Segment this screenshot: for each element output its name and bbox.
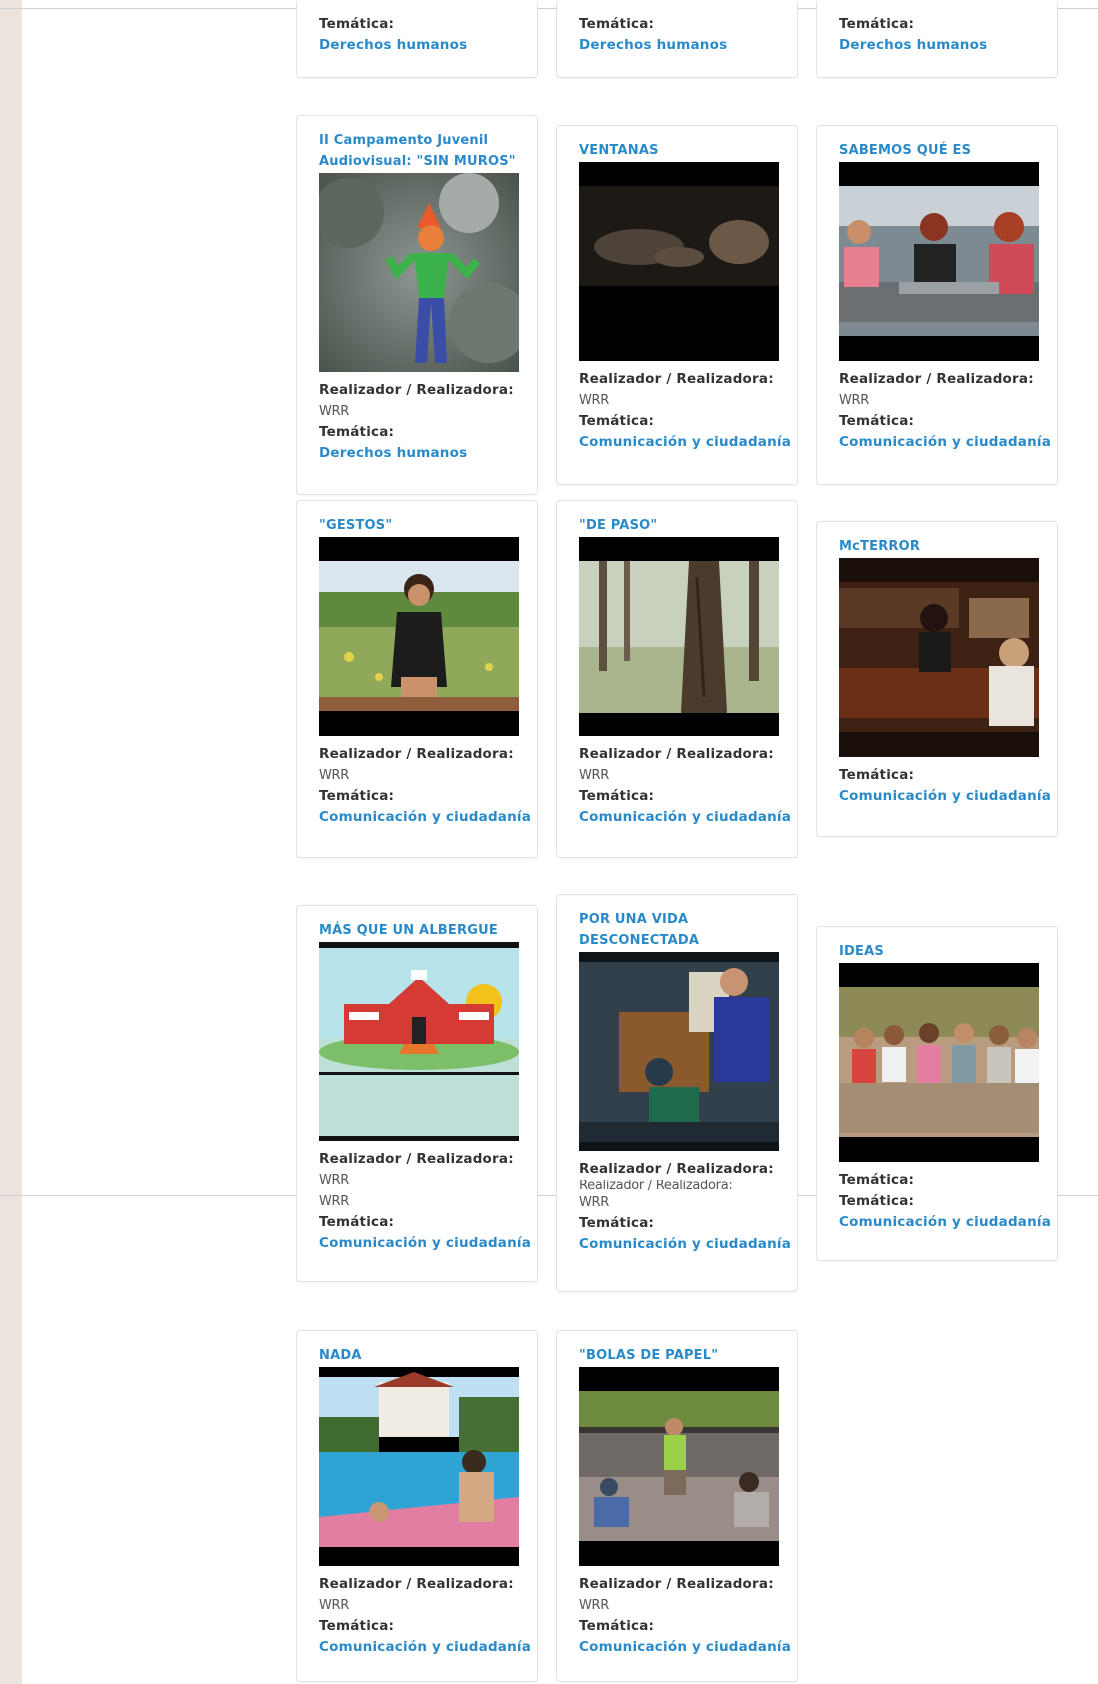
video-thumbnail[interactable] (319, 1367, 519, 1566)
theme-link[interactable]: Comunicación y ciudadanía (579, 807, 797, 828)
video-title-link[interactable]: "GESTOS" (319, 515, 524, 536)
director-label: Realizador / Realizadora: (319, 746, 514, 762)
theme-label: Temática: (579, 16, 655, 32)
theme-label: Temática: (319, 1214, 395, 1230)
theme-label: Temática: (839, 16, 915, 32)
theme-label: Temática: (839, 413, 915, 429)
video-thumbnail[interactable] (579, 1367, 779, 1566)
video-title-link[interactable]: VENTANAS (579, 140, 784, 161)
overlapping-text-artifact: Realizador / Realizadora: (579, 1180, 733, 1192)
video-card-mcterror: McTERROR Temática: Comunicación y ciudad… (816, 521, 1058, 837)
page-left-border (0, 0, 22, 1684)
director-label: Realizador / Realizadora: (579, 1576, 774, 1592)
video-title-link[interactable]: IDEAS (839, 941, 1044, 962)
video-card-bolas: "BOLAS DE PAPEL" Realizador / Realizador… (556, 1330, 798, 1682)
video-title-link[interactable]: "BOLAS DE PAPEL" (579, 1345, 784, 1366)
video-title-link[interactable]: SABEMOS QUÉ ES (839, 140, 1044, 161)
director-label: Realizador / Realizadora: (839, 371, 1034, 387)
theme-link[interactable]: Derechos humanos (319, 443, 537, 464)
director-label: Realizador / Realizadora: (579, 746, 774, 762)
theme-link[interactable]: Derechos humanos (839, 35, 1057, 56)
video-thumbnail[interactable] (319, 537, 519, 736)
video-title-link[interactable]: "DE PASO" (579, 515, 784, 536)
director-label: Realizador / Realizadora: (579, 1161, 774, 1177)
theme-link[interactable]: Comunicación y ciudadanía (839, 786, 1057, 807)
theme-label: Temática: (579, 788, 655, 804)
director-label: Realizador / Realizadora: (579, 371, 774, 387)
theme-link[interactable]: Comunicación y ciudadanía (839, 1212, 1057, 1233)
theme-link[interactable]: Comunicación y ciudadanía (579, 432, 797, 453)
video-card-top-1: Temática: Derechos humanos (296, 0, 538, 78)
video-card-ideas: IDEAS Temática: Temática: Comunicación y… (816, 926, 1058, 1261)
theme-link[interactable]: Comunicación y ciudadanía (579, 1637, 797, 1658)
theme-link[interactable]: Derechos humanos (579, 35, 797, 56)
theme-label: Temática: (579, 1215, 655, 1231)
video-title-link[interactable]: McTERROR (839, 536, 1044, 557)
video-thumbnail[interactable] (839, 558, 1039, 757)
director-value: WRR (319, 1598, 350, 1613)
director-label: Realizador / Realizadora: (319, 382, 514, 398)
video-thumbnail[interactable] (319, 173, 519, 372)
video-thumbnail[interactable] (579, 952, 779, 1151)
director-value: WRR (319, 404, 350, 419)
video-card-desconectada: POR UNA VIDA DESCONECTADA Realizador / R… (556, 894, 798, 1292)
theme-label: Temática: (839, 767, 915, 783)
director-value: WRR (579, 1195, 610, 1210)
video-title-link[interactable]: NADA (319, 1345, 524, 1366)
video-title-link[interactable]: POR UNA VIDA DESCONECTADA (579, 909, 784, 951)
theme-link[interactable]: Comunicación y ciudadanía (579, 1234, 797, 1255)
theme-link[interactable]: Comunicación y ciudadanía (319, 807, 537, 828)
video-card-ventanas: VENTANAS Realizador / Realizadora: WRR T… (556, 125, 798, 485)
theme-label-duplicate: Temática: (839, 1193, 915, 1209)
theme-link[interactable]: Comunicación y ciudadanía (319, 1233, 537, 1254)
director-value: WRR (579, 1598, 610, 1613)
video-card-depaso: "DE PASO" Realizador / Realizadora: WRR … (556, 500, 798, 858)
director-value: WRR (319, 768, 350, 783)
video-card-albergue: MÁS QUE UN ALBERGUE Realizador / Realiza… (296, 905, 538, 1282)
theme-label: Temática: (319, 1618, 395, 1634)
director-value: WRR (579, 393, 610, 408)
theme-label: Temática: (579, 1618, 655, 1634)
video-card-sabemos: SABEMOS QUÉ ES Realizador / Realizadora:… (816, 125, 1058, 485)
director-value-duplicate: WRR (319, 1194, 350, 1209)
theme-link[interactable]: Comunicación y ciudadanía (839, 432, 1057, 453)
theme-label: Temática: (319, 424, 395, 440)
video-title-link[interactable]: II Campamento Juvenil Audiovisual: "SIN … (319, 130, 524, 172)
theme-link[interactable]: Derechos humanos (319, 35, 537, 56)
video-thumbnail[interactable] (579, 537, 779, 736)
director-label: Realizador / Realizadora: (319, 1151, 514, 1167)
theme-label: Temática: (319, 788, 395, 804)
theme-label: Temática: (319, 16, 395, 32)
video-thumbnail[interactable] (319, 942, 519, 1141)
video-thumbnail[interactable] (839, 162, 1039, 361)
video-card-nada: NADA Realizador / Realizadora: WRR Temát… (296, 1330, 538, 1682)
video-thumbnail[interactable] (839, 963, 1039, 1162)
director-value: WRR (319, 1173, 350, 1188)
director-label: Realizador / Realizadora: (319, 1576, 514, 1592)
theme-label: Temática: (579, 413, 655, 429)
video-card-gestos: "GESTOS" Realizador / Realizadora: WRR T… (296, 500, 538, 858)
video-card-top-2: Temática: Derechos humanos (556, 0, 798, 78)
video-card-top-3: Temática: Derechos humanos (816, 0, 1058, 78)
director-value: WRR (839, 393, 870, 408)
video-thumbnail[interactable] (579, 162, 779, 361)
theme-link[interactable]: Comunicación y ciudadanía (319, 1637, 537, 1658)
theme-label: Temática: (839, 1172, 915, 1188)
video-card-campamento: II Campamento Juvenil Audiovisual: "SIN … (296, 115, 538, 495)
video-title-link[interactable]: MÁS QUE UN ALBERGUE (319, 920, 524, 941)
director-value: WRR (579, 768, 610, 783)
